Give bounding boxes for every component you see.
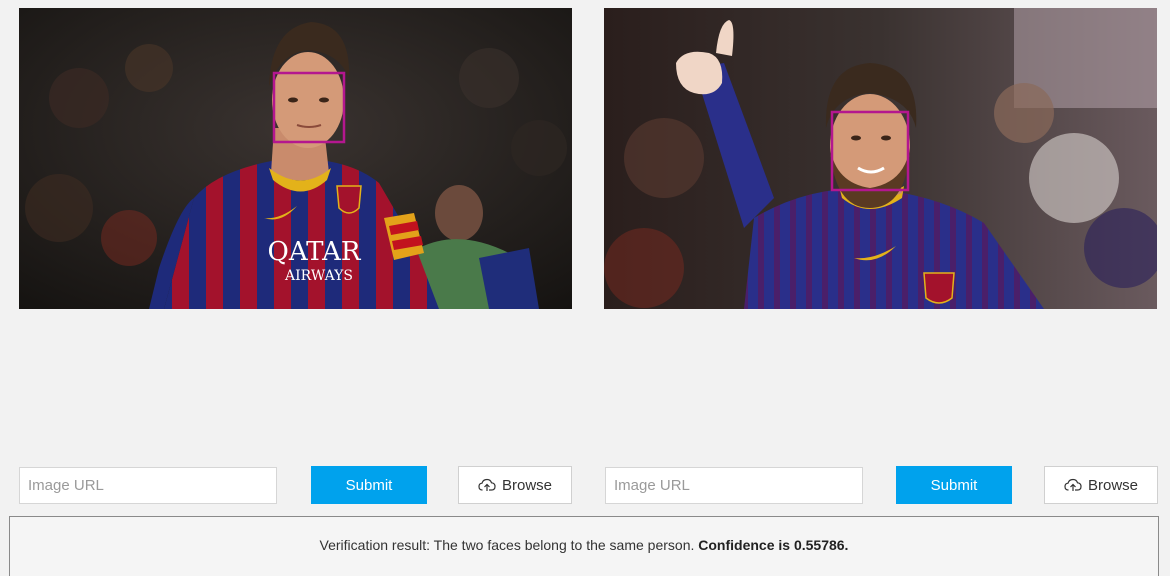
right-face-image: [604, 8, 1157, 309]
left-image-url-input[interactable]: [19, 467, 277, 504]
right-image-url-input[interactable]: [605, 467, 863, 504]
left-photo-illustration: QATAR AIRWAYS: [19, 8, 572, 309]
svg-text:QATAR: QATAR: [268, 237, 362, 267]
result-message: Verification result: The two faces belon…: [319, 537, 699, 553]
cloud-upload-icon: [478, 478, 496, 491]
cloud-upload-icon: [1064, 478, 1082, 491]
svg-text:AIRWAYS: AIRWAYS: [284, 268, 353, 284]
browse-label: Browse: [501, 476, 553, 494]
left-face-image: QATAR AIRWAYS: [19, 8, 572, 309]
verification-result-text: Verification result: The two faces belon…: [10, 537, 1158, 553]
right-photo-illustration: [604, 8, 1157, 309]
right-browse-button[interactable]: Browse: [1044, 466, 1158, 504]
right-submit-button[interactable]: Submit: [896, 466, 1012, 504]
verification-result-panel: Verification result: The two faces belon…: [9, 516, 1159, 576]
browse-label: Browse: [1087, 476, 1139, 494]
confidence-value: Confidence is 0.55786.: [698, 537, 849, 553]
left-submit-button[interactable]: Submit: [311, 466, 427, 504]
left-browse-button[interactable]: Browse: [458, 466, 572, 504]
